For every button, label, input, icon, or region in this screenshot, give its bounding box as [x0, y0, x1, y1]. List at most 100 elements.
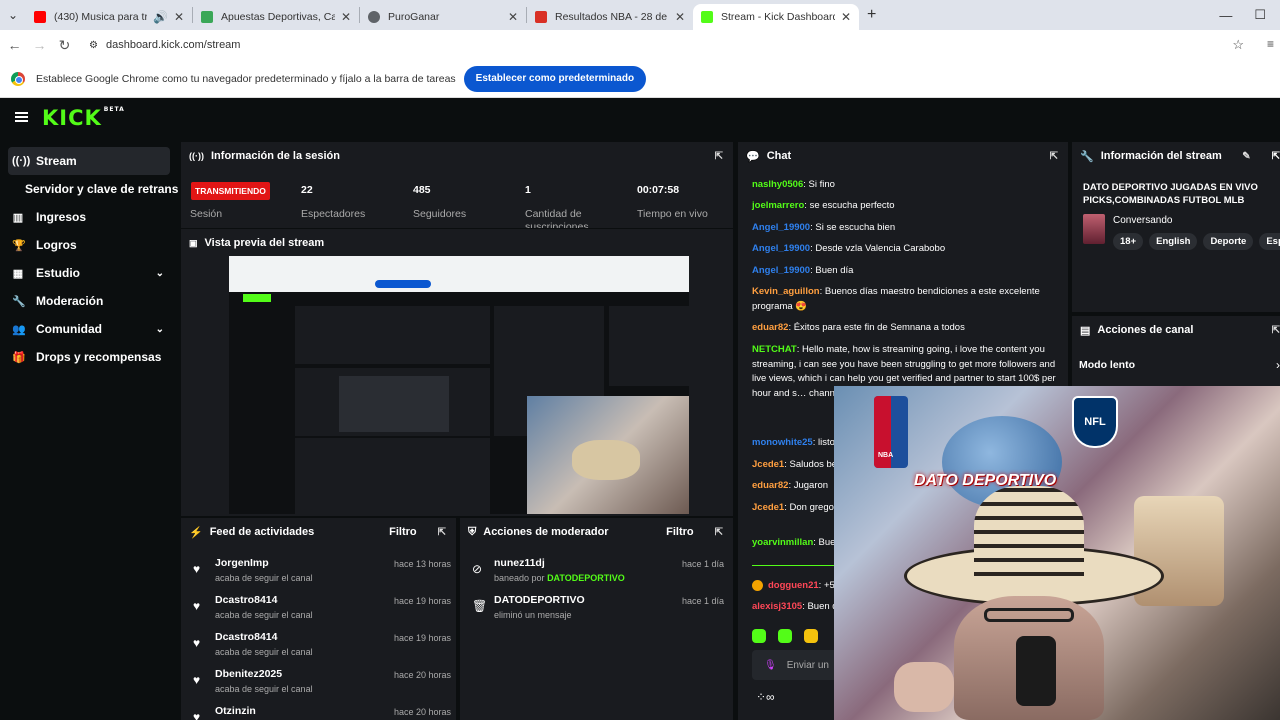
bookmark-star-icon[interactable]: ☆ [1232, 37, 1244, 53]
tag-chip[interactable]: 18+ [1113, 233, 1144, 250]
activity-item: ♥ Dcastro8414 acaba de seguir el canal h… [193, 631, 451, 657]
chat-username[interactable]: monowhite25 [752, 437, 813, 448]
popout-icon[interactable]: ⇱ [438, 527, 446, 538]
chat-username[interactable]: Angel_19900 [752, 265, 810, 276]
set-default-button[interactable]: Establecer como predeterminado [463, 65, 647, 92]
chat-username[interactable]: eduar82 [752, 480, 788, 491]
stat-viewers: 22 Espectadores [301, 184, 366, 220]
trophy-icon: 🏆 [12, 239, 26, 252]
sidebar-item-moderacion[interactable]: 🔧 Moderación [0, 287, 178, 315]
close-tab-icon[interactable]: ✕ [174, 10, 184, 24]
preview-hat [572, 440, 640, 480]
gift-badge-icon [752, 580, 763, 591]
video-icon: ▣ [189, 237, 198, 248]
browser-tab[interactable]: (430) Musica para trabajar a 🔊 ✕ [26, 4, 192, 30]
sidebar-item-ingresos[interactable]: ▥ Ingresos [0, 203, 178, 231]
chat-username[interactable]: NETCHAT [752, 344, 797, 355]
heart-icon: ♥ [193, 673, 201, 687]
chat-username[interactable]: yoarvinmillan [752, 537, 813, 548]
stream-preview-video[interactable] [229, 256, 689, 514]
chat-username[interactable]: Angel_19900 [752, 222, 810, 233]
chat-username[interactable]: eduar82 [752, 322, 788, 333]
popout-icon[interactable]: ⇱ [1050, 151, 1058, 162]
site-info-icon[interactable]: ⚙ [89, 40, 98, 51]
close-tab-icon[interactable]: ✕ [675, 10, 685, 24]
minimize-icon[interactable]: — [1219, 8, 1232, 23]
browser-tab[interactable]: Resultados NBA - 28 de Febrero ✕ [527, 4, 693, 30]
chat-username[interactable]: dogguen21 [768, 580, 819, 591]
chat-username[interactable]: alexisj3105 [752, 601, 802, 612]
category-name[interactable]: Conversando [1113, 215, 1172, 226]
popout-icon[interactable]: ⇱ [1272, 325, 1280, 336]
new-tab-icon[interactable]: + [867, 6, 876, 24]
sidebar-item-comunidad[interactable]: 👥 Comunidad ⌄ [0, 315, 178, 343]
chevron-right-icon[interactable]: › [1276, 358, 1280, 372]
extensions-icon[interactable]: ≡ [1267, 37, 1274, 51]
emote-icon[interactable] [752, 629, 766, 643]
close-tab-icon[interactable]: ✕ [508, 10, 518, 24]
chat-username[interactable]: Jcede1 [752, 502, 784, 513]
close-tab-icon[interactable]: ✕ [841, 10, 851, 24]
popout-icon[interactable]: ⇱ [715, 151, 723, 162]
stat-followers: 485 Seguidores [413, 184, 467, 220]
chat-username[interactable]: Kevin_aguillon [752, 286, 820, 297]
speaker-icon[interactable]: 🔊 [153, 10, 168, 24]
browser-tab-active[interactable]: Stream - Kick Dashboard ✕ [693, 4, 859, 30]
chevron-down-icon[interactable]: ⌄ [156, 268, 164, 279]
chat-message: naslhy0506: Si fino [752, 178, 1057, 193]
maximize-icon[interactable]: ☐ [1254, 7, 1266, 23]
chat-username[interactable]: Jcede1 [752, 459, 784, 470]
edit-pencil-icon[interactable]: ✎ [1242, 151, 1250, 162]
sidebar-item-estudio[interactable]: ▦ Estudio ⌄ [0, 259, 178, 287]
browser-tab[interactable]: PuroGanar ✕ [360, 4, 526, 30]
popout-icon[interactable]: ⇱ [1272, 151, 1280, 162]
sidebar-item-server-key[interactable]: Servidor y clave de retransmisión [0, 175, 178, 203]
broadcast-icon: ((·)) [189, 151, 204, 161]
heart-icon: ♥ [193, 636, 201, 650]
mod-filter-button[interactable]: Filtro [666, 526, 694, 538]
activity-item: ♥ Dbenitez2025 acaba de seguir el canal … [193, 668, 451, 694]
microphone-graphic [1016, 636, 1056, 706]
chevron-down-icon[interactable]: ⌄ [156, 324, 164, 335]
sidebar-item-logros[interactable]: 🏆 Logros [0, 231, 178, 259]
tag-chip[interactable]: Espa [1259, 233, 1280, 250]
menu-hamburger-icon[interactable] [15, 112, 28, 122]
popout-icon[interactable]: ⇱ [715, 527, 723, 538]
gift-icon: 🎁 [12, 351, 26, 364]
browser-tab[interactable]: Apuestas Deportivas, Casa de A ✕ [193, 4, 359, 30]
stream-info-header: 🔧 Información del stream ✎ ⇱ [1080, 150, 1280, 163]
chat-username[interactable]: naslhy0506 [752, 179, 803, 190]
preview-session-panel [295, 306, 490, 364]
sidebar-item-drops[interactable]: 🎁 Drops y recompensas [0, 343, 178, 371]
kick-logo[interactable]: KICK BETA [42, 106, 125, 130]
heart-icon: ♥ [193, 599, 201, 613]
chat-settings-icon[interactable]: ⁘∞ [756, 690, 775, 704]
session-label: Sesión [190, 208, 223, 220]
tab-list-dropdown-icon[interactable]: ⌄ [0, 0, 26, 30]
preview-info-panel [609, 306, 689, 386]
activity-item: ♥ JorgenImp acaba de seguir el canal hac… [193, 557, 451, 583]
tag-chip[interactable]: English [1149, 233, 1198, 250]
slow-mode-label[interactable]: Modo lento [1079, 359, 1135, 371]
webcam-overlay: NBA NFL DATO DEPORTIVO [834, 386, 1280, 720]
chat-text: se escucha perfecto [809, 200, 895, 211]
close-tab-icon[interactable]: ✕ [341, 10, 351, 24]
emote-icon[interactable] [804, 629, 818, 643]
microphone-icon[interactable]: 🎙 [764, 660, 777, 671]
category-thumbnail[interactable] [1083, 214, 1105, 244]
emote-icon[interactable] [778, 629, 792, 643]
tag-chip[interactable]: Deporte [1203, 233, 1254, 250]
url-field[interactable]: ⚙ dashboard.kick.com/stream [89, 39, 240, 51]
reload-icon[interactable]: ↻ [52, 37, 77, 54]
lightning-icon: ⚡ [189, 526, 203, 539]
chat-username[interactable]: joelmarrero [752, 200, 804, 211]
chat-username[interactable]: Angel_19900 [752, 243, 810, 254]
chat-text: Buen día [815, 265, 854, 276]
layout-icon: ▦ [12, 267, 24, 280]
mod-action-item: 🗑 DATODEPORTIVO eliminó un mensaje hace … [472, 594, 724, 620]
activity-filter-button[interactable]: Filtro [389, 526, 417, 538]
back-icon[interactable]: ← [2, 37, 27, 53]
forward-icon[interactable]: → [27, 37, 52, 53]
tag-list: 18+ English Deporte Espa [1113, 231, 1280, 250]
sidebar-item-stream[interactable]: ((·)) Stream [8, 147, 170, 175]
